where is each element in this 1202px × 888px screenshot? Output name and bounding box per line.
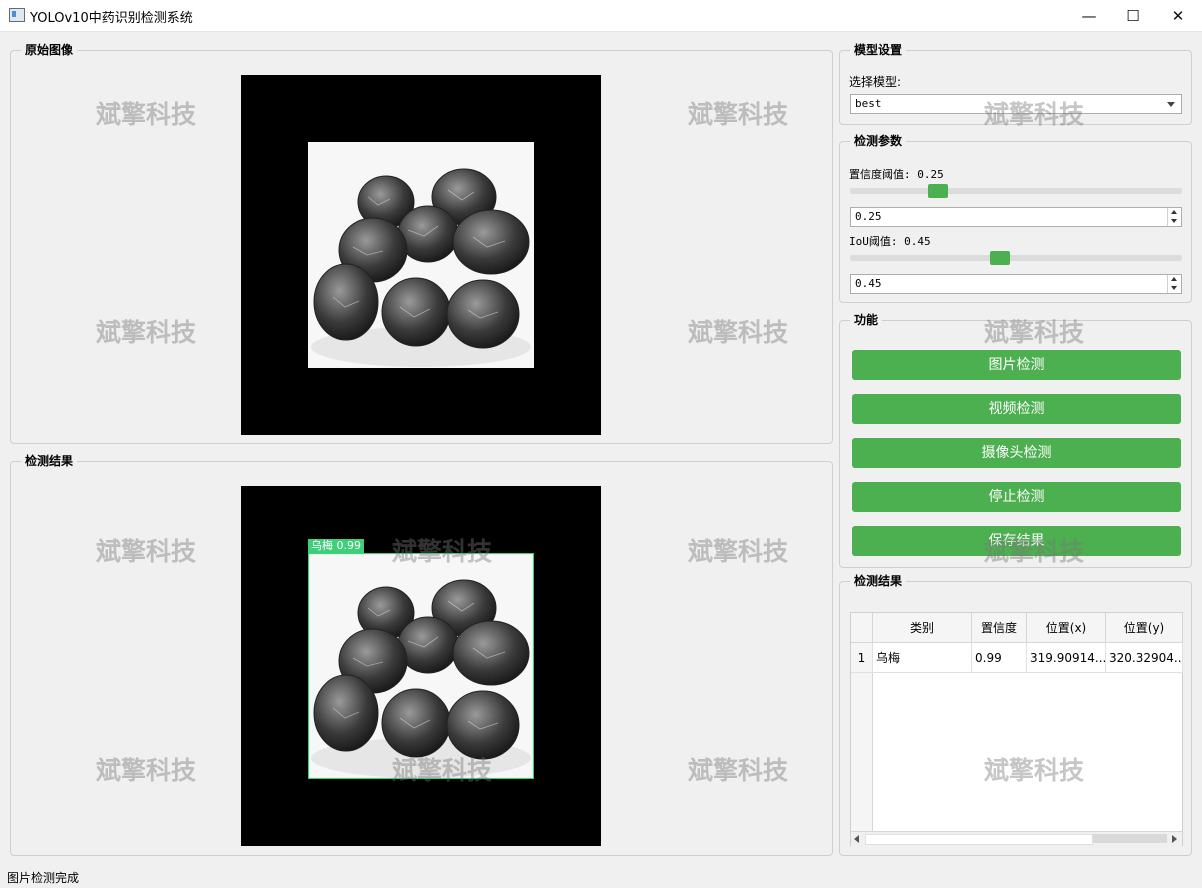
column-header-y[interactable]: 位置(y) [1106, 613, 1183, 643]
close-button[interactable]: ✕ [1155, 0, 1201, 31]
iou-spinbox-buttons[interactable] [1167, 275, 1181, 293]
confidence-spinbox-value: 0.25 [855, 210, 882, 223]
row-index[interactable]: 1 [851, 643, 873, 673]
arrow-up-icon[interactable] [1171, 277, 1177, 281]
results-table-title: 检测结果 [850, 573, 907, 589]
camera-detect-button[interactable]: 摄像头检测 [852, 438, 1181, 468]
video-detect-button[interactable]: 视频检测 [852, 394, 1181, 424]
table-cell-y[interactable]: 320.32904... [1106, 643, 1183, 673]
iou-spinbox-value: 0.45 [855, 277, 882, 290]
table-cell-confidence[interactable]: 0.99 [972, 643, 1027, 673]
result-image-panel: 检测结果 乌梅 0.99 [10, 453, 833, 856]
result-image-view: 乌梅 0.99 [241, 486, 601, 846]
result-image-title: 检测结果 [21, 453, 78, 469]
window-title: YOLOv10中药识别检测系统 [30, 11, 193, 26]
confidence-label: 置信度阈值: 0.25 [849, 168, 944, 181]
confidence-slider-handle[interactable] [928, 184, 948, 198]
minimize-button[interactable]: — [1066, 0, 1112, 31]
scroll-left-icon[interactable] [854, 835, 859, 843]
results-table[interactable]: 类别 置信度 位置(x) 位置(y) 1 乌梅 0.99 319.90914..… [850, 612, 1183, 846]
column-header-x[interactable]: 位置(x) [1027, 613, 1106, 643]
title-bar: YOLOv10中药识别检测系统 — ☐ ✕ [0, 0, 1202, 32]
model-select-label: 选择模型: [849, 75, 902, 89]
detection-label: 乌梅 0.99 [308, 539, 364, 553]
model-select-dropdown[interactable]: best [850, 94, 1182, 114]
horizontal-scrollbar[interactable] [851, 831, 1182, 846]
confidence-spinbox-buttons[interactable] [1167, 208, 1181, 226]
row-header-strip [851, 673, 873, 831]
app-window-icon [9, 8, 25, 22]
status-bar-text: 图片检测完成 [7, 871, 80, 885]
scroll-track[interactable] [865, 834, 1093, 845]
arrow-up-icon[interactable] [1171, 210, 1177, 214]
iou-slider-handle[interactable] [990, 251, 1010, 265]
iou-spinbox[interactable]: 0.45 [850, 274, 1182, 294]
iou-slider[interactable] [850, 251, 1182, 265]
results-table-panel: 检测结果 类别 置信度 位置(x) 位置(y) 1 乌梅 0.99 319.90… [839, 573, 1192, 856]
save-result-button[interactable]: 保存结果 [852, 526, 1181, 556]
original-image-panel: 原始图像 [10, 42, 833, 444]
scrollbar-thumb[interactable] [1093, 834, 1167, 843]
table-cell-class[interactable]: 乌梅 [873, 643, 972, 673]
original-image [308, 142, 534, 368]
detection-params-panel: 检测参数 置信度阈值: 0.25 0.25 IoU阈值: 0.45 0.45 [839, 133, 1192, 303]
arrow-down-icon[interactable] [1171, 219, 1177, 223]
scroll-right-icon[interactable] [1172, 835, 1177, 843]
model-settings-panel: 模型设置 选择模型: best [839, 42, 1192, 125]
model-settings-title: 模型设置 [850, 42, 907, 58]
chevron-down-icon [1167, 102, 1175, 107]
detection-params-title: 检测参数 [850, 133, 907, 149]
confidence-spinbox[interactable]: 0.25 [850, 207, 1182, 227]
maximize-button[interactable]: ☐ [1110, 0, 1156, 31]
original-image-view [241, 75, 601, 435]
column-header-class[interactable]: 类别 [873, 613, 972, 643]
model-select-value: best [855, 97, 882, 110]
arrow-down-icon[interactable] [1171, 286, 1177, 290]
confidence-slider[interactable] [850, 184, 1182, 198]
original-image-title: 原始图像 [21, 42, 78, 58]
iou-label: IoU阈值: 0.45 [849, 235, 931, 248]
table-cell-x[interactable]: 319.90914... [1027, 643, 1106, 673]
column-header-confidence[interactable]: 置信度 [972, 613, 1027, 643]
stop-detect-button[interactable]: 停止检测 [852, 482, 1181, 512]
image-detect-button[interactable]: 图片检测 [852, 350, 1181, 380]
functions-title: 功能 [850, 312, 883, 328]
table-corner[interactable] [851, 613, 873, 643]
functions-panel: 功能 图片检测 视频检测 摄像头检测 停止检测 保存结果 [839, 312, 1192, 568]
result-image [308, 553, 534, 779]
